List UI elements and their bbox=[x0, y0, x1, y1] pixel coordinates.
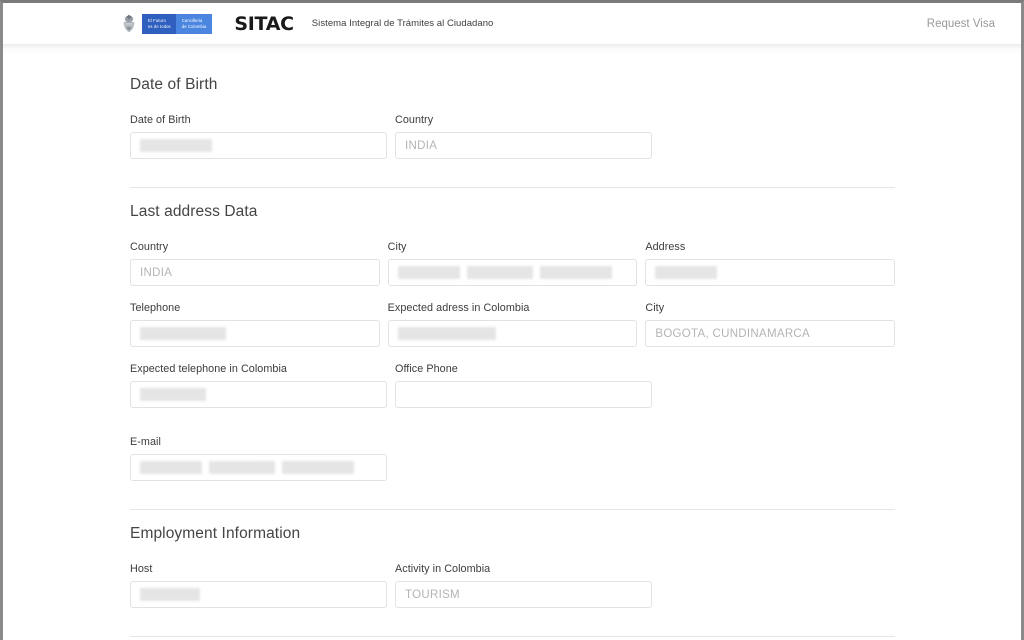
input-host[interactable] bbox=[130, 581, 387, 608]
field-activity-in-colombia: Activity in Colombia TOURISM bbox=[395, 563, 652, 608]
field-country: Country INDIA bbox=[395, 114, 652, 159]
field-date-of-birth: Date of Birth bbox=[130, 114, 387, 159]
request-visa-link[interactable]: Request Visa bbox=[927, 18, 995, 30]
redaction-bar bbox=[539, 266, 612, 279]
input-value-activity-in-colombia: TOURISM bbox=[405, 588, 460, 601]
redaction-bar bbox=[466, 266, 533, 279]
redaction-bar bbox=[282, 461, 354, 474]
field-row: E-mail bbox=[130, 436, 895, 481]
field-row: Country INDIA City Address bbox=[130, 241, 896, 286]
input-country[interactable]: INDIA bbox=[130, 259, 380, 286]
redacted-value bbox=[140, 461, 354, 474]
input-telephone[interactable] bbox=[130, 320, 380, 347]
field-label-country: Country bbox=[395, 114, 434, 126]
field-row: Telephone Expected adress in Colombia City… bbox=[130, 302, 896, 347]
field-row: Host Activity in Colombia TOURISM bbox=[130, 563, 895, 608]
browser-window: El Futuro es de todos Cancilleria de Col… bbox=[0, 0, 1024, 640]
field-address: Address bbox=[645, 241, 896, 286]
section-title-date-of-birth: Date of Birth bbox=[130, 76, 218, 93]
input-city[interactable]: BOGOTA, CUNDINAMARCA bbox=[645, 320, 896, 347]
field-label-country: Country bbox=[130, 241, 169, 253]
brand-group[interactable]: El Futuro es de todos Cancilleria de Col… bbox=[119, 13, 493, 35]
input-value-city: BOGOTA, CUNDINAMARCA bbox=[655, 327, 811, 340]
section-last-address-data: Last address Data Country INDIA City Address… bbox=[130, 188, 896, 509]
field-label-expected-telephone-in-colombia: Expected telephone in Colombia bbox=[130, 363, 287, 375]
input-value-country: INDIA bbox=[405, 139, 438, 152]
government-badge: El Futuro es de todos Cancilleria de Col… bbox=[119, 13, 213, 35]
sitac-wordmark: SITAC bbox=[234, 12, 294, 35]
input-date-of-birth[interactable] bbox=[130, 132, 387, 159]
field-expected-telephone-in-colombia: Expected telephone in Colombia bbox=[130, 363, 387, 408]
redacted-value bbox=[140, 388, 206, 401]
field-label-city: City bbox=[645, 302, 665, 314]
field-city: City BOGOTA, CUNDINAMARCA bbox=[645, 302, 896, 347]
field-row: Expected telephone in Colombia Office Pho… bbox=[130, 363, 895, 408]
government-banner-right: Cancilleria de Colombia bbox=[175, 13, 213, 34]
redacted-value bbox=[140, 327, 226, 340]
government-banner: El Futuro es de todos Cancilleria de Col… bbox=[142, 13, 213, 34]
field-label-e-mail: E-mail bbox=[130, 436, 161, 448]
field-expected-adress-in-colombia: Expected adress in Colombia bbox=[387, 302, 638, 347]
redacted-value bbox=[140, 588, 200, 601]
banner-right-line-2: de Colombia bbox=[181, 23, 207, 29]
redacted-value bbox=[655, 266, 718, 279]
redacted-value bbox=[140, 139, 212, 152]
input-expected-adress-in-colombia[interactable] bbox=[387, 320, 638, 347]
field-label-telephone: Telephone bbox=[130, 302, 181, 314]
field-country: Country INDIA bbox=[130, 241, 380, 286]
field-label-host: Host bbox=[130, 563, 153, 575]
section-title-last-address-data: Last address Data bbox=[130, 203, 258, 220]
field-telephone: Telephone bbox=[130, 302, 380, 347]
field-host: Host bbox=[130, 563, 387, 608]
field-city: City bbox=[387, 241, 638, 286]
colombia-coat-of-arms-icon bbox=[123, 14, 135, 32]
field-label-expected-adress-in-colombia: Expected adress in Colombia bbox=[387, 302, 530, 314]
banner-left-line-2: es de todos bbox=[148, 23, 171, 29]
input-address[interactable] bbox=[645, 259, 896, 286]
visa-application-form: Date of Birth Date of Birth Country INDIA La… bbox=[3, 44, 1021, 640]
field-office-phone: Office Phone bbox=[395, 363, 652, 408]
input-e-mail[interactable] bbox=[130, 454, 387, 481]
redaction-bar bbox=[397, 266, 460, 279]
redacted-value bbox=[397, 327, 496, 340]
input-office-phone[interactable] bbox=[395, 381, 652, 408]
redacted-value bbox=[397, 266, 612, 279]
input-activity-in-colombia[interactable]: TOURISM bbox=[395, 581, 652, 608]
section-title-employment-information: Employment Information bbox=[130, 525, 301, 542]
field-e-mail: E-mail bbox=[130, 436, 387, 481]
field-label-date-of-birth: Date of Birth bbox=[130, 114, 191, 126]
input-expected-telephone-in-colombia[interactable] bbox=[130, 381, 387, 408]
input-value-country: INDIA bbox=[140, 266, 173, 279]
field-label-city: City bbox=[387, 241, 407, 253]
field-label-office-phone: Office Phone bbox=[395, 363, 458, 375]
site-header: El Futuro es de todos Cancilleria de Col… bbox=[3, 3, 1021, 44]
government-banner-left: El Futuro es de todos bbox=[142, 13, 176, 34]
input-country[interactable]: INDIA bbox=[395, 132, 652, 159]
input-city[interactable] bbox=[387, 259, 638, 286]
section-date-of-birth: Date of Birth Date of Birth Country INDIA bbox=[130, 61, 895, 187]
redaction-bar bbox=[140, 461, 202, 474]
sitac-tagline: Sistema Integral de Trámites al Ciudadan… bbox=[311, 18, 494, 29]
field-row: Date of Birth Country INDIA bbox=[130, 114, 895, 159]
section-employment-information: Employment Information Host Activity in Co… bbox=[130, 510, 895, 636]
field-label-activity-in-colombia: Activity in Colombia bbox=[395, 563, 491, 575]
field-label-address: Address bbox=[645, 241, 686, 253]
redaction-bar bbox=[209, 461, 275, 474]
